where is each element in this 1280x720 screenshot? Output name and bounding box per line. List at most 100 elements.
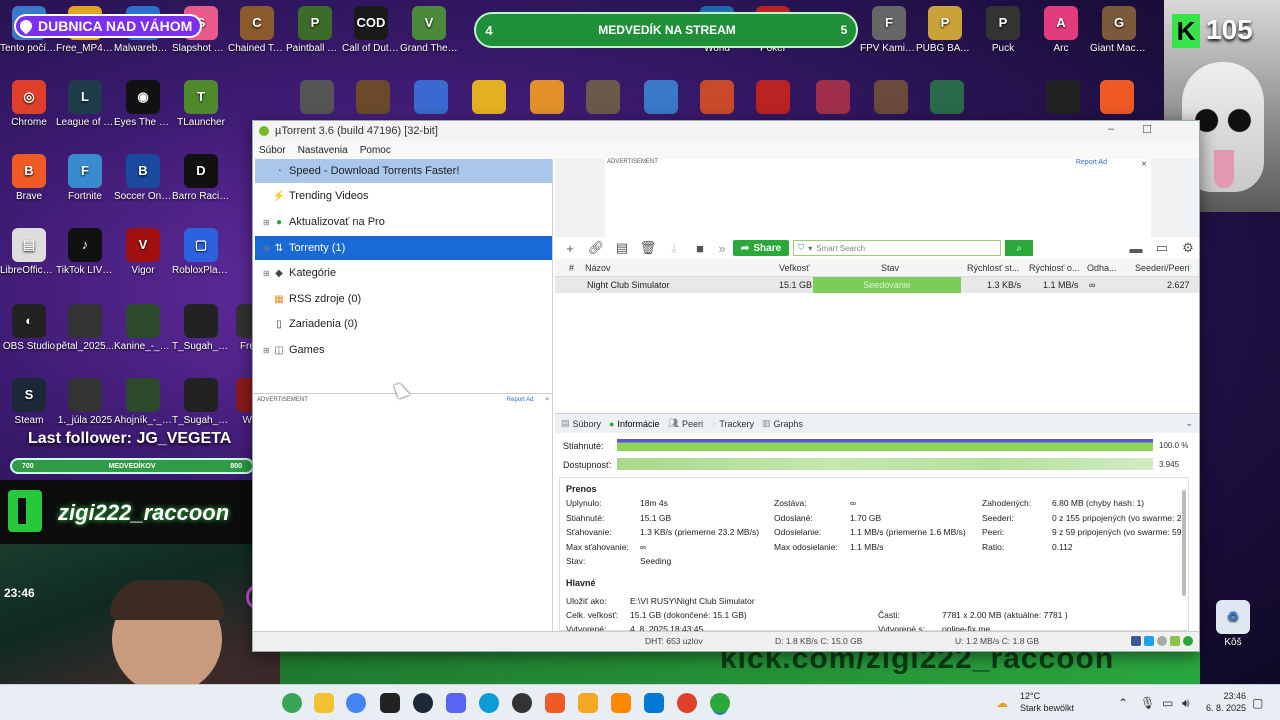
chat-icon[interactable]: ▬ bbox=[1125, 238, 1147, 258]
taskbar-clock[interactable]: 23:46 6. 8. 2025 bbox=[1206, 690, 1246, 714]
desktop-icon[interactable]: ◉ Eyes The Horror Game bbox=[114, 80, 172, 129]
info-scrollbar[interactable] bbox=[1182, 490, 1186, 596]
desktop-icon[interactable]: V Vigor bbox=[114, 228, 172, 277]
desktop-icon[interactable]: T_Sugah_Jus... bbox=[172, 304, 230, 353]
sidebar-report-ad[interactable]: Report Ad bbox=[507, 397, 534, 403]
web-icon[interactable] bbox=[1157, 636, 1167, 646]
epic-games-icon[interactable] bbox=[380, 693, 400, 713]
expand-icon[interactable]: ⊞ bbox=[263, 269, 273, 278]
tab-info[interactable]: ● Informácie bbox=[609, 419, 659, 429]
col-size[interactable]: Veľkosť bbox=[779, 259, 810, 277]
desktop-app-icon[interactable] bbox=[816, 80, 850, 114]
android-icon[interactable] bbox=[1170, 636, 1180, 646]
desktop-app-icon[interactable] bbox=[1100, 80, 1134, 114]
col-seeds-peers[interactable]: Seederi/Peeri bbox=[1135, 259, 1190, 277]
desktop-app-icon[interactable] bbox=[586, 80, 620, 114]
expand-icon[interactable]: ⊞ bbox=[263, 244, 273, 253]
tab-graphs[interactable]: ▥ Graphs bbox=[762, 418, 803, 429]
desktop-icon[interactable]: COD Call of Duty® bbox=[342, 6, 400, 55]
desktop-icon[interactable]: F FPV Kamikaze Drone bbox=[860, 6, 918, 55]
notification-icon[interactable]: ▢ bbox=[1252, 696, 1263, 710]
desktop-app-icon[interactable] bbox=[472, 80, 506, 114]
delete-icon[interactable]: 🗑︎ bbox=[637, 238, 659, 258]
col-download-speed[interactable]: Rýchlosť st... bbox=[967, 259, 1019, 277]
desktop-icon[interactable]: L League of Legends bbox=[56, 80, 114, 129]
menu-help[interactable]: Pomoc bbox=[360, 145, 391, 156]
desktop-icon[interactable]: ◐ OBS Studio bbox=[0, 304, 58, 353]
desktop-icon[interactable]: D Barro Racing bbox=[172, 154, 230, 203]
expand-icon[interactable]: ⊞ bbox=[263, 218, 273, 227]
desktop-icon[interactable]: Kanine_-_Blo... bbox=[114, 304, 172, 353]
desktop-app-icon[interactable] bbox=[356, 80, 390, 114]
desktop-icon[interactable]: ♪ TikTok LIVE Studio bbox=[56, 228, 114, 277]
col-eta[interactable]: Odha... bbox=[1087, 259, 1117, 277]
desktop-app-icon[interactable] bbox=[530, 80, 564, 114]
desktop-icon[interactable]: 1._júla 2025 bbox=[56, 378, 114, 427]
desktop-app-icon[interactable] bbox=[1046, 80, 1080, 114]
desktop-app-icon[interactable] bbox=[930, 80, 964, 114]
tray-chevron-icon[interactable]: ⌃ bbox=[1118, 696, 1128, 710]
sidebar-item[interactable]: ▯ Zariadenia (0) bbox=[255, 312, 552, 336]
sidebar-item[interactable]: ⊞ ◫ Games bbox=[255, 338, 552, 362]
twitter-icon[interactable] bbox=[1144, 636, 1154, 646]
desktop-icon[interactable]: T_Sugah_Jus... bbox=[172, 378, 230, 427]
desktop-icon[interactable]: G Giant Machin... bbox=[1090, 6, 1148, 55]
desktop-icon[interactable]: A Arc bbox=[1032, 6, 1090, 55]
facebook-icon[interactable] bbox=[1131, 636, 1141, 646]
minimize-button[interactable]: – bbox=[1099, 123, 1123, 139]
settings-gear-icon[interactable]: ⚙ bbox=[1177, 238, 1199, 258]
share-button[interactable]: ➦ Share bbox=[733, 240, 790, 256]
menu-file[interactable]: Súbor bbox=[259, 145, 286, 156]
maximize-button[interactable]: ☐ bbox=[1135, 123, 1159, 139]
discord-icon[interactable] bbox=[446, 693, 466, 713]
edge-icon[interactable] bbox=[479, 693, 499, 713]
download-icon[interactable]: ⤓ bbox=[663, 238, 685, 258]
more-icon[interactable]: » bbox=[715, 238, 729, 258]
desktop-app-icon[interactable] bbox=[756, 80, 790, 114]
title-bar[interactable]: µTorrent 3.6 (build 47196) [32-bit] – ☐ bbox=[253, 121, 1199, 141]
volume-icon[interactable]: 🔊︎ bbox=[1182, 696, 1190, 711]
stop-icon[interactable]: ■ bbox=[689, 238, 711, 258]
desktop-app-icon[interactable] bbox=[300, 80, 334, 114]
desktop-icon[interactable]: ▤ LibreOffice 25.2 bbox=[0, 228, 58, 277]
add-torrent-icon[interactable]: + bbox=[559, 238, 581, 258]
tab-files[interactable]: ▤ Súbory bbox=[561, 418, 601, 429]
desktop-icon[interactable]: P Paintball War bbox=[286, 6, 344, 55]
top-report-ad[interactable]: Report Ad bbox=[1076, 159, 1107, 166]
sidebar-ad-close[interactable]: × bbox=[545, 397, 549, 403]
menu-settings[interactable]: Nastavenia bbox=[298, 145, 348, 156]
table-row[interactable]: Night Club Simulator 15.1 GB Seedovanie … bbox=[555, 277, 1199, 293]
recycle-bin[interactable]: ♻ Kôš bbox=[1204, 600, 1262, 649]
desktop-icon[interactable]: P Puck bbox=[974, 6, 1032, 55]
chrome-alt-icon[interactable] bbox=[677, 693, 697, 713]
sidebar-item[interactable]: ◔ Speed - Download Torrents Faster! bbox=[255, 159, 552, 183]
desktop-icon[interactable]: pětal_2025... bbox=[56, 304, 114, 353]
col-number[interactable]: # bbox=[569, 259, 574, 277]
utorrent-taskbar-icon[interactable] bbox=[710, 693, 730, 713]
desktop-app-icon[interactable] bbox=[644, 80, 678, 114]
top-ad-close[interactable]: × bbox=[1141, 159, 1147, 170]
desktop-icon[interactable]: P PUBG BATTLEGRO... bbox=[916, 6, 974, 55]
smart-search-input[interactable]: ⛉ ▾ Smart Search bbox=[793, 240, 1002, 256]
steam-icon[interactable] bbox=[413, 693, 433, 713]
search-dropdown-icon[interactable]: ▾ bbox=[808, 244, 812, 253]
file-explorer-icon[interactable] bbox=[314, 693, 334, 713]
sidebar-item[interactable]: ⊞ ⇅ Torrenty (1) bbox=[255, 236, 552, 260]
brave-icon[interactable] bbox=[545, 693, 565, 713]
obs-icon[interactable] bbox=[512, 693, 532, 713]
sidebar-item[interactable]: ▦ RSS zdroje (0) bbox=[255, 287, 552, 311]
search-button[interactable]: ⌕ bbox=[1005, 240, 1034, 256]
game-icon[interactable] bbox=[578, 693, 598, 713]
tab-trackers[interactable]: ◌ Trackery bbox=[711, 419, 754, 429]
col-status[interactable]: Stav bbox=[881, 259, 899, 277]
expand-icon[interactable]: ⊞ bbox=[263, 346, 273, 355]
microphone-icon[interactable]: 🎙︎ bbox=[1140, 696, 1155, 710]
desktop-app-icon[interactable] bbox=[414, 80, 448, 114]
create-torrent-icon[interactable]: ▤ bbox=[611, 238, 633, 258]
sidebar-item[interactable]: ⊞ ● Aktualizovať na Pro bbox=[255, 210, 552, 234]
desktop-icon[interactable]: Ahojník_-_B... bbox=[114, 378, 172, 427]
collapse-icon[interactable]: ⌄ bbox=[1185, 418, 1193, 429]
desktop-icon[interactable]: ▢ RobloxPlay... bbox=[172, 228, 230, 277]
desktop-icon[interactable]: S Steam bbox=[0, 378, 58, 427]
desktop-icon[interactable]: F Fortnite bbox=[56, 154, 114, 203]
